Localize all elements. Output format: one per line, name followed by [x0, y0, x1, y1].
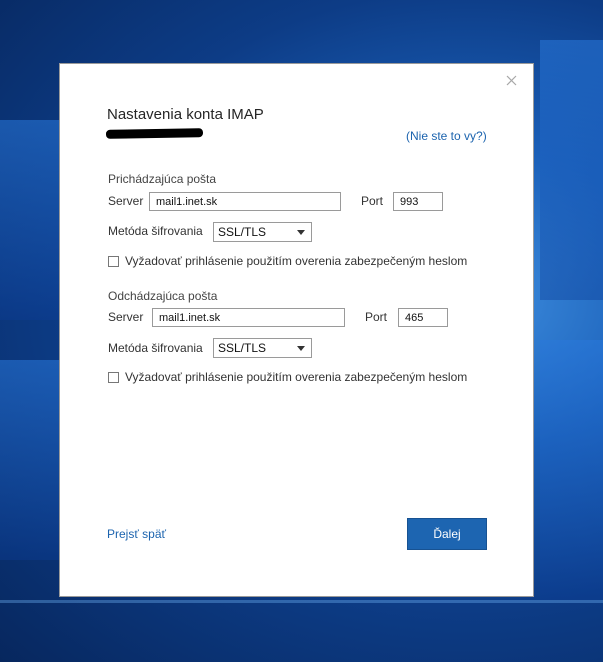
- incoming-server-label: Server: [108, 194, 144, 208]
- incoming-spa-row[interactable]: Vyžadovať prihlásenie použitím overenia …: [108, 254, 467, 268]
- outgoing-spa-label: Vyžadovať prihlásenie použitím overenia …: [125, 370, 468, 384]
- go-back-link[interactable]: Prejsť späť: [107, 527, 166, 541]
- wallpaper-pane: [540, 40, 603, 300]
- incoming-port-label: Port: [361, 194, 384, 208]
- close-button[interactable]: [501, 70, 521, 90]
- incoming-encryption-value: SSL/TLS: [218, 225, 267, 239]
- next-button[interactable]: Ďalej: [407, 518, 487, 550]
- incoming-encryption-label: Metóda šifrovania: [108, 224, 203, 238]
- wallpaper-beam: [0, 600, 603, 603]
- outgoing-encryption-label: Metóda šifrovania: [108, 341, 203, 355]
- incoming-server-input[interactable]: [149, 192, 341, 211]
- incoming-spa-checkbox[interactable]: [108, 255, 119, 267]
- incoming-encryption-select[interactable]: SSL/TLS: [213, 222, 312, 242]
- outgoing-encryption-select[interactable]: SSL/TLS: [213, 338, 312, 358]
- outgoing-mail-heading: Odchádzajúca pošta: [108, 289, 218, 303]
- incoming-port-input[interactable]: [393, 192, 443, 211]
- not-you-link[interactable]: (Nie ste to vy?): [406, 129, 487, 143]
- wallpaper-pane: [0, 360, 59, 560]
- outgoing-server-label: Server: [108, 310, 144, 324]
- redacted-email: [105, 128, 204, 139]
- imap-settings-dialog: Nastavenia konta IMAP (Nie ste to vy?) P…: [59, 63, 534, 597]
- outgoing-port-input[interactable]: [398, 308, 448, 327]
- close-icon: [506, 75, 516, 85]
- dialog-title: Nastavenia konta IMAP: [107, 106, 264, 123]
- outgoing-port-label: Port: [365, 310, 388, 324]
- incoming-mail-heading: Prichádzajúca pošta: [108, 172, 217, 186]
- wallpaper-pane: [540, 340, 603, 600]
- outgoing-server-input[interactable]: [152, 308, 345, 327]
- wallpaper-pane: [0, 120, 59, 320]
- incoming-spa-label: Vyžadovať prihlásenie použitím overenia …: [125, 254, 468, 268]
- outgoing-encryption-value: SSL/TLS: [218, 341, 267, 355]
- chevron-down-icon: [297, 346, 305, 351]
- chevron-down-icon: [297, 230, 305, 235]
- outgoing-spa-checkbox[interactable]: [108, 371, 119, 383]
- outgoing-spa-row[interactable]: Vyžadovať prihlásenie použitím overenia …: [108, 370, 467, 384]
